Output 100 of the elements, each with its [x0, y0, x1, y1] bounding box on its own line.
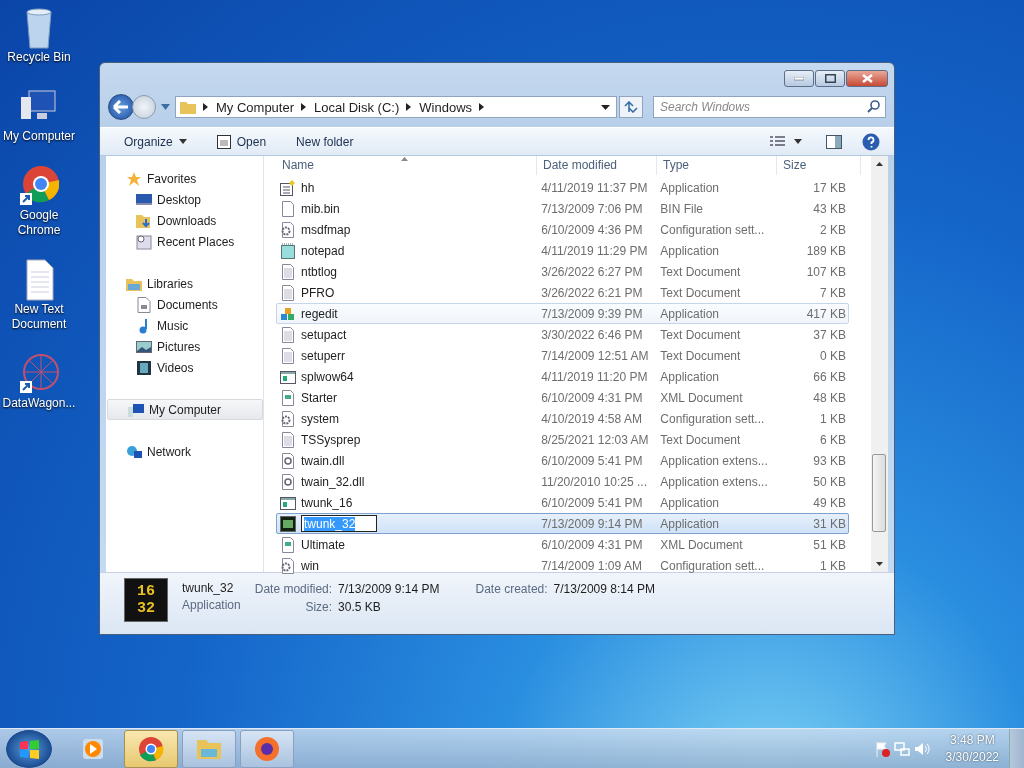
- file-row[interactable]: msdfmap 6/10/2009 4:36 PM Configuration sett... 2 KB: [276, 219, 849, 240]
- action-center-flag-icon[interactable]: [873, 740, 890, 757]
- file-row[interactable]: Ultimate 6/10/2009 4:31 PM XML Document 51 KB: [276, 534, 849, 555]
- close-button[interactable]: [846, 70, 888, 87]
- minimize-icon: [794, 76, 804, 81]
- taskbar-app-button[interactable]: [124, 729, 178, 768]
- document-icon: [280, 431, 296, 448]
- preview-pane-icon[interactable]: [826, 134, 842, 149]
- type-cell-text: Application: [659, 180, 721, 195]
- file-row[interactable]: Starter 6/10/2009 4:31 PM XML Document 48 KB: [276, 387, 849, 408]
- file-name: Ultimate: [301, 537, 345, 552]
- chrome-icon[interactable]: [19, 164, 59, 208]
- file-row[interactable]: TSSysprep 8/25/2021 12:03 AM Text Document 6 KB: [276, 429, 849, 450]
- file-row[interactable]: twain.dll 6/10/2009 5:41 PM Application extens... 93 KB: [276, 450, 849, 471]
- nav-item[interactable]: Libraries: [106, 273, 263, 294]
- desktop-icon-label[interactable]: New Text Document: [1, 302, 77, 332]
- nav-item[interactable]: Favorites: [106, 168, 263, 189]
- details-file-name: twunk_32: [182, 581, 235, 595]
- nav-item[interactable]: Desktop: [106, 189, 263, 210]
- nav-item[interactable]: Videos: [106, 357, 263, 378]
- file-row[interactable]: splwow64 4/11/2019 11:20 PM Application 66 KB: [276, 366, 849, 387]
- file-row[interactable]: PFRO 3/26/2022 6:21 PM Text Document 7 KB: [276, 282, 849, 303]
- size-cell-text: 49 KB: [812, 495, 847, 510]
- desktop-icon-label[interactable]: Recycle Bin: [1, 50, 77, 65]
- type-cell-text: Application: [659, 516, 721, 531]
- details-value: 7/13/2009 8:14 PM: [553, 582, 655, 596]
- type-cell-text: Configuration sett...: [659, 558, 766, 573]
- nav-item[interactable]: Network: [106, 441, 263, 462]
- toolbar-button[interactable]: Open: [208, 131, 275, 152]
- document-icon: [280, 200, 296, 217]
- scroll-down-arrow-icon: [876, 562, 883, 566]
- search-field[interactable]: Search Windows: [653, 96, 886, 118]
- breadcrumb-item[interactable]: Local Disk (C:): [314, 99, 400, 115]
- nav-item[interactable]: Documents: [106, 294, 263, 315]
- file-row[interactable]: setuperr 7/14/2009 12:51 AM Text Document 0 KB: [276, 345, 849, 366]
- type-cell-text: Application: [659, 369, 721, 384]
- file-name: twain_32.dll: [301, 474, 365, 489]
- file-name: system: [301, 411, 339, 426]
- toolbar-button[interactable]: New folder: [288, 131, 362, 152]
- file-name: PFRO: [301, 285, 335, 300]
- size-cell-text: 48 KB: [812, 390, 847, 405]
- file-row[interactable]: ntbtlog 3/26/2022 6:27 PM Text Document 107 KB: [276, 261, 849, 282]
- file-row[interactable]: notepad 4/11/2019 11:29 PM Application 189 KB: [276, 240, 849, 261]
- document-icon: [280, 326, 296, 343]
- file-row[interactable]: regedit 7/13/2009 9:39 PM Application 417 KB: [276, 303, 849, 324]
- size-cell-text: 93 KB: [812, 453, 847, 468]
- file-row[interactable]: setupact 3/30/2022 6:46 PM Text Document 37 KB: [276, 324, 849, 345]
- file-row[interactable]: mib.bin 7/13/2009 7:06 PM BIN File 43 KB: [276, 198, 849, 219]
- nav-item[interactable]: Recent Places: [106, 231, 263, 252]
- chrome-icon: [137, 734, 165, 763]
- file-row[interactable]: twunk_16 6/10/2009 5:41 PM Application 49 KB: [276, 492, 849, 513]
- details-value: 7/13/2009 9:14 PM: [338, 582, 440, 596]
- vertical-scrollbar[interactable]: [871, 156, 888, 572]
- desktop-icon-label[interactable]: My Computer: [1, 129, 77, 144]
- details-label: Size:: [304, 600, 333, 614]
- scrollbar-thumb[interactable]: [872, 454, 886, 532]
- date-cell-text: 7/13/2009 7:06 PM: [540, 201, 644, 216]
- nav-item[interactable]: Pictures: [106, 336, 263, 357]
- help-file-icon: [280, 179, 296, 196]
- details-value: 30.5 KB: [338, 600, 382, 614]
- taskbar-app-button[interactable]: [240, 729, 294, 768]
- address-bar[interactable]: My Computer Local Disk (C:) Windows: [175, 96, 617, 118]
- document-icon: [136, 296, 152, 313]
- dropdown-caret-icon[interactable]: [794, 139, 802, 144]
- window-icon: [216, 134, 231, 149]
- nav-item[interactable]: Downloads: [106, 210, 263, 231]
- nav-item[interactable]: Music: [106, 315, 263, 336]
- desktop-icon-label[interactable]: DataWagon...: [1, 396, 77, 411]
- maximize-button[interactable]: [815, 70, 845, 87]
- desktop-icon-label[interactable]: Google Chrome: [1, 208, 77, 238]
- file-row[interactable]: twunk_32 7/13/2009 9:14 PM Application 31 KB: [276, 513, 849, 534]
- size-cell-text: 17 KB: [812, 180, 847, 195]
- details-label: Date modified:: [254, 582, 333, 596]
- file-row[interactable]: hh 4/11/2019 11:37 PM Application 17 KB: [276, 177, 849, 198]
- breadcrumb-item[interactable]: Windows: [419, 99, 473, 115]
- clock-time: 3:48 PM: [949, 731, 995, 749]
- toolbar-button[interactable]: Organize: [116, 131, 195, 152]
- nav-item[interactable]: My Computer: [107, 399, 263, 420]
- back-button[interactable]: [108, 94, 134, 120]
- date-cell-text: 6/10/2009 4:31 PM: [540, 537, 644, 552]
- dropdown-caret-icon[interactable]: [601, 104, 610, 110]
- view-options-icon[interactable]: [770, 135, 786, 148]
- date-cell-text: 4/11/2019 11:37 PM: [540, 180, 649, 195]
- windows-logo-icon: [18, 737, 40, 760]
- file-row[interactable]: system 4/10/2019 4:58 AM Configuration sett... 1 KB: [276, 408, 849, 429]
- minimize-button[interactable]: [784, 70, 814, 87]
- start-button[interactable]: [6, 729, 52, 768]
- refresh-arrows-icon: [624, 101, 638, 113]
- file-row[interactable]: twain_32.dll 11/20/2010 10:25 ... Application extens... 50 KB: [276, 471, 849, 492]
- date-cell-text: 3/30/2022 6:46 PM: [540, 327, 644, 342]
- column-header[interactable]: Date modified: [537, 156, 657, 175]
- breadcrumb-item[interactable]: My Computer: [216, 99, 295, 115]
- help-icon[interactable]: [862, 132, 880, 151]
- document-icon: [280, 347, 296, 364]
- xml-document-icon: [280, 536, 296, 553]
- xml-document-icon: [280, 389, 296, 406]
- refresh-button[interactable]: [619, 96, 643, 118]
- column-header[interactable]: Type: [657, 156, 777, 175]
- column-header[interactable]: Size: [777, 156, 861, 175]
- file-row[interactable]: win 7/14/2009 1:09 AM Configuration sett... 1 KB: [276, 555, 849, 576]
